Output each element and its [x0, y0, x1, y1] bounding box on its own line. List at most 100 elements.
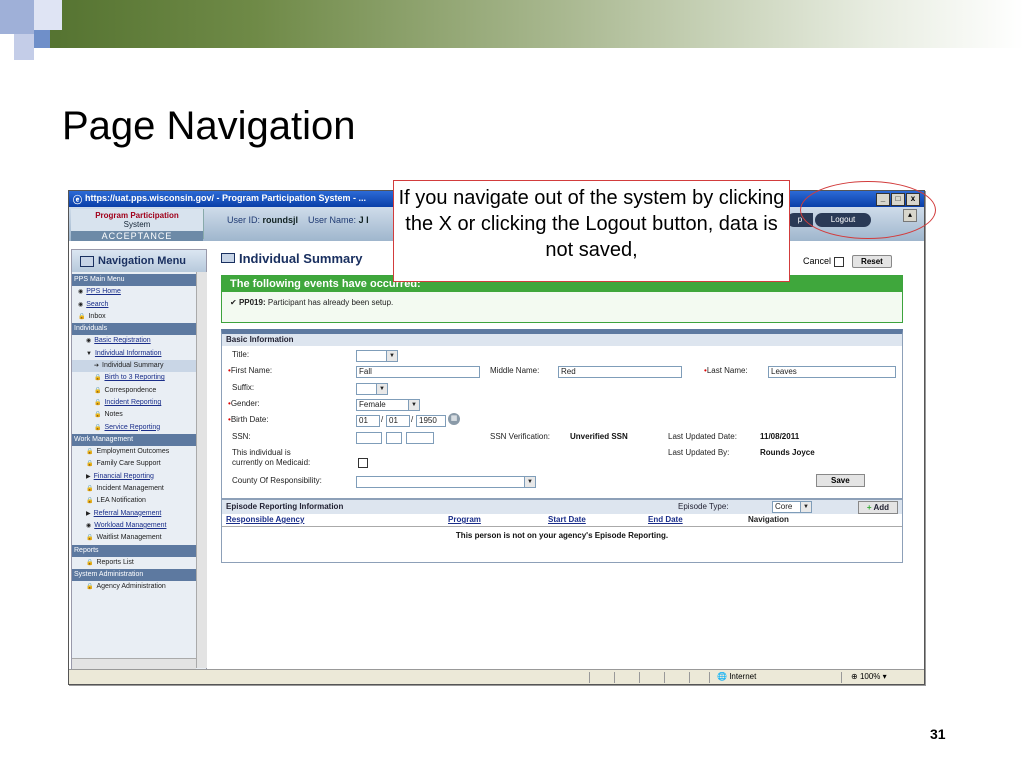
nav-item-label: PPS Home: [86, 288, 121, 296]
nav-item-icon: 🔒: [86, 486, 94, 493]
nav-item[interactable]: 🔒 Reports List: [72, 557, 196, 569]
middle-name-field[interactable]: Red: [558, 366, 682, 378]
decor-square: [34, 30, 50, 48]
last-updated-date-value: 11/08/2011: [760, 432, 800, 441]
nav-item-icon: ◉: [86, 522, 92, 529]
nav-item[interactable]: 🔒 Family Care Support: [72, 458, 196, 470]
nav-item-label: Individual Information: [94, 349, 162, 357]
nav-item[interactable]: ▶ Financial Reporting: [72, 471, 196, 483]
date-separator: /: [381, 415, 384, 424]
nav-item[interactable]: 🔒 Service Reporting: [72, 422, 196, 434]
nav-item[interactable]: 🔒 Birth to 3 Reporting: [72, 372, 196, 384]
nav-item[interactable]: ◉ Workload Management: [72, 520, 196, 532]
chevron-down-icon: ▼: [376, 384, 387, 394]
nav-item[interactable]: ▼ Individual Information: [72, 348, 196, 360]
nav-item[interactable]: ➔ Individual Summary: [72, 360, 196, 373]
nav-item-label: PPS Main Menu: [74, 276, 125, 283]
nav-item-icon: ▼: [86, 350, 92, 357]
gender-select[interactable]: Female ▼: [356, 399, 420, 411]
page-title: Individual Summary: [221, 251, 363, 266]
suffix-label: Suffix:: [232, 383, 255, 392]
decor-square: [0, 0, 34, 34]
col-end-date[interactable]: End Date: [648, 515, 683, 524]
last-name-field[interactable]: Leaves: [768, 366, 896, 378]
nav-item[interactable]: 🔒 Notes: [72, 409, 196, 421]
birth-date-label: •Birth Date:: [228, 415, 269, 424]
first-name-field[interactable]: Fall: [356, 366, 480, 378]
nav-item-label: LEA Notification: [96, 497, 146, 505]
episode-reporting-panel: Episode Reporting Information Episode Ty…: [221, 499, 903, 563]
ssn-part3-field[interactable]: [406, 432, 434, 444]
zoom-icon: ⊕: [851, 672, 858, 681]
nav-item[interactable]: ◉ Search: [72, 299, 196, 311]
status-divider: [664, 672, 665, 683]
episode-type-select[interactable]: Core ▼: [772, 501, 812, 513]
nav-item[interactable]: ◉ Basic Registration: [72, 335, 196, 347]
callout-note: If you navigate out of the system by cli…: [393, 180, 790, 282]
status-divider: [689, 672, 690, 683]
events-panel: The following events have occurred: ✔ PP…: [221, 275, 903, 323]
episode-empty-message: This person is not on your agency's Epis…: [455, 531, 669, 540]
chevron-down-icon: ▼: [800, 502, 811, 512]
nav-item[interactable]: 🔒 Inbox: [72, 311, 196, 323]
chevron-down-icon: ▼: [386, 351, 397, 361]
nav-item-icon: 🔒: [94, 424, 102, 431]
reset-button[interactable]: Reset: [852, 255, 892, 268]
col-responsible-agency[interactable]: Responsible Agency: [226, 515, 304, 524]
ssn-part1-field[interactable]: [356, 432, 382, 444]
user-info: User ID: roundsjl User Name: J I: [227, 215, 369, 225]
nav-item[interactable]: 🔒 Agency Administration: [72, 581, 196, 593]
first-name-label: •First Name:: [228, 366, 273, 375]
nav-item[interactable]: 🔒 Employment Outcomes: [72, 446, 196, 458]
nav-item-icon: ▶: [86, 510, 91, 517]
nav-item-label: Individuals: [74, 325, 108, 333]
slide-title: Page Navigation: [62, 104, 356, 148]
ssn-part2-field[interactable]: [386, 432, 402, 444]
suffix-select[interactable]: ▼: [356, 383, 388, 395]
col-program[interactable]: Program: [448, 515, 481, 524]
nav-item-label: Workload Management: [94, 521, 167, 529]
add-button[interactable]: + Add: [857, 501, 898, 514]
nav-item[interactable]: ◉ PPS Home: [72, 286, 196, 298]
zoom-level[interactable]: ⊕ 100% ▾: [851, 672, 887, 681]
col-navigation: Navigation: [748, 515, 789, 524]
nav-item-label: Incident Reporting: [104, 398, 162, 406]
save-button[interactable]: Save: [816, 474, 865, 487]
nav-item-label: Birth to 3 Reporting: [104, 374, 165, 382]
nav-vertical-scrollbar[interactable]: [196, 272, 207, 668]
birth-month-field[interactable]: 01: [356, 415, 380, 427]
county-label: County Of Responsibility:: [232, 476, 322, 485]
nav-item[interactable]: 🔒 LEA Notification: [72, 495, 196, 507]
calendar-icon[interactable]: ▦: [448, 413, 460, 425]
grid-icon: [221, 253, 235, 263]
col-start-date[interactable]: Start Date: [548, 515, 586, 524]
episode-reporting-title: Episode Reporting Information: [226, 502, 344, 511]
birth-year-field[interactable]: 1950: [416, 415, 446, 427]
cancel-checkbox[interactable]: [833, 256, 844, 267]
user-name: J I: [358, 215, 369, 225]
nav-item[interactable]: 🔒 Waitlist Management: [72, 532, 196, 544]
nav-item[interactable]: 🔒 Incident Management: [72, 483, 196, 495]
title-select[interactable]: ▼: [356, 350, 398, 362]
nav-item-label: Reports List: [96, 558, 134, 566]
navigation-list: PPS Main Menu ◉ PPS Home ◉ Search 🔒 Inbox Indiv…: [72, 274, 196, 594]
event-code: PP019:: [238, 298, 266, 307]
nav-item[interactable]: 🔒 Incident Reporting: [72, 397, 196, 409]
window-title: https://uat.pps.wisconsin.gov/ - Program…: [85, 193, 367, 203]
highlight-ellipse: [800, 181, 936, 239]
nav-item-label: Waitlist Management: [96, 534, 162, 542]
nav-item-label: Inbox: [88, 312, 106, 320]
nav-item[interactable]: ▶ Referral Management: [72, 508, 196, 520]
birth-day-field[interactable]: 01: [386, 415, 410, 427]
basic-information-header: Basic Information: [222, 334, 902, 346]
county-select[interactable]: ▼: [356, 476, 536, 488]
medicaid-checkbox[interactable]: [358, 458, 368, 468]
navigation-menu-title: Navigation Menu: [98, 255, 187, 267]
browser-status-bar: 🌐 Internet ⊕ 100% ▾: [69, 669, 924, 684]
nav-item[interactable]: 🔒 Correspondence: [72, 385, 196, 397]
nav-item-icon: ◉: [86, 338, 92, 345]
ssn-verification-label: SSN Verification:: [490, 432, 551, 441]
nav-item-icon: 🔒: [86, 535, 94, 542]
episode-reporting-header: Episode Reporting Information Episode Ty…: [222, 500, 902, 514]
nav-item-icon: 🔒: [86, 498, 94, 505]
